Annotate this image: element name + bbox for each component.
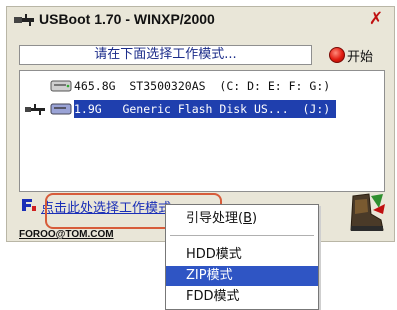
disk-row-usb[interactable]: 1.9G Generic Flash Disk US... (J:): [22, 100, 380, 118]
removable-disk-icon: [50, 103, 72, 115]
start-button[interactable]: 开始: [325, 44, 389, 65]
menu-item-boot-hotkey: B: [243, 211, 253, 226]
mode-prompt: 请在下面选择工作模式...: [19, 45, 312, 65]
menu-item-zip-mode[interactable]: ZIP模式: [166, 266, 318, 286]
close-button[interactable]: ✗: [366, 9, 386, 29]
disk-label-usb: 1.9G Generic Flash Disk US... (J:): [74, 100, 337, 118]
disk-label-hdd: 465.8G ST3500320AS (C: D: E: F: G:): [74, 79, 331, 93]
title-bar: USBoot 1.70 - WINXP/2000 ✗: [7, 7, 394, 33]
disk-row-hdd[interactable]: 465.8G ST3500320AS (C: D: E: F: G:): [22, 77, 380, 95]
window-title: USBoot 1.70 - WINXP/2000: [39, 11, 215, 27]
hard-disk-icon: [50, 80, 72, 92]
menu-item-boot-label: 引导处理: [186, 211, 239, 226]
start-button-label: 开始: [347, 50, 374, 65]
menu-separator: [170, 235, 314, 236]
mode-context-menu: 引导处理(B) HDD模式 ZIP模式 FDD模式: [165, 204, 319, 310]
app-logo-icon: [22, 199, 36, 211]
menu-item-hdd-label: HDD模式: [186, 247, 242, 262]
disk-list[interactable]: 465.8G ST3500320AS (C: D: E: F: G:) 1.9G…: [19, 70, 385, 192]
menu-item-boot-processing[interactable]: 引导处理(B): [166, 209, 318, 229]
author-email[interactable]: FOROO@TOM.COM: [19, 229, 114, 240]
usb-icon: [25, 104, 45, 115]
menu-item-hdd-mode[interactable]: HDD模式: [166, 245, 318, 265]
red-circle-icon: [329, 47, 345, 63]
boot-icon[interactable]: [343, 190, 387, 236]
usb-plug-icon: [14, 14, 34, 26]
menu-item-zip-label: ZIP模式: [186, 268, 233, 283]
menu-item-fdd-label: FDD模式: [186, 289, 240, 304]
menu-item-fdd-mode[interactable]: FDD模式: [166, 287, 318, 307]
